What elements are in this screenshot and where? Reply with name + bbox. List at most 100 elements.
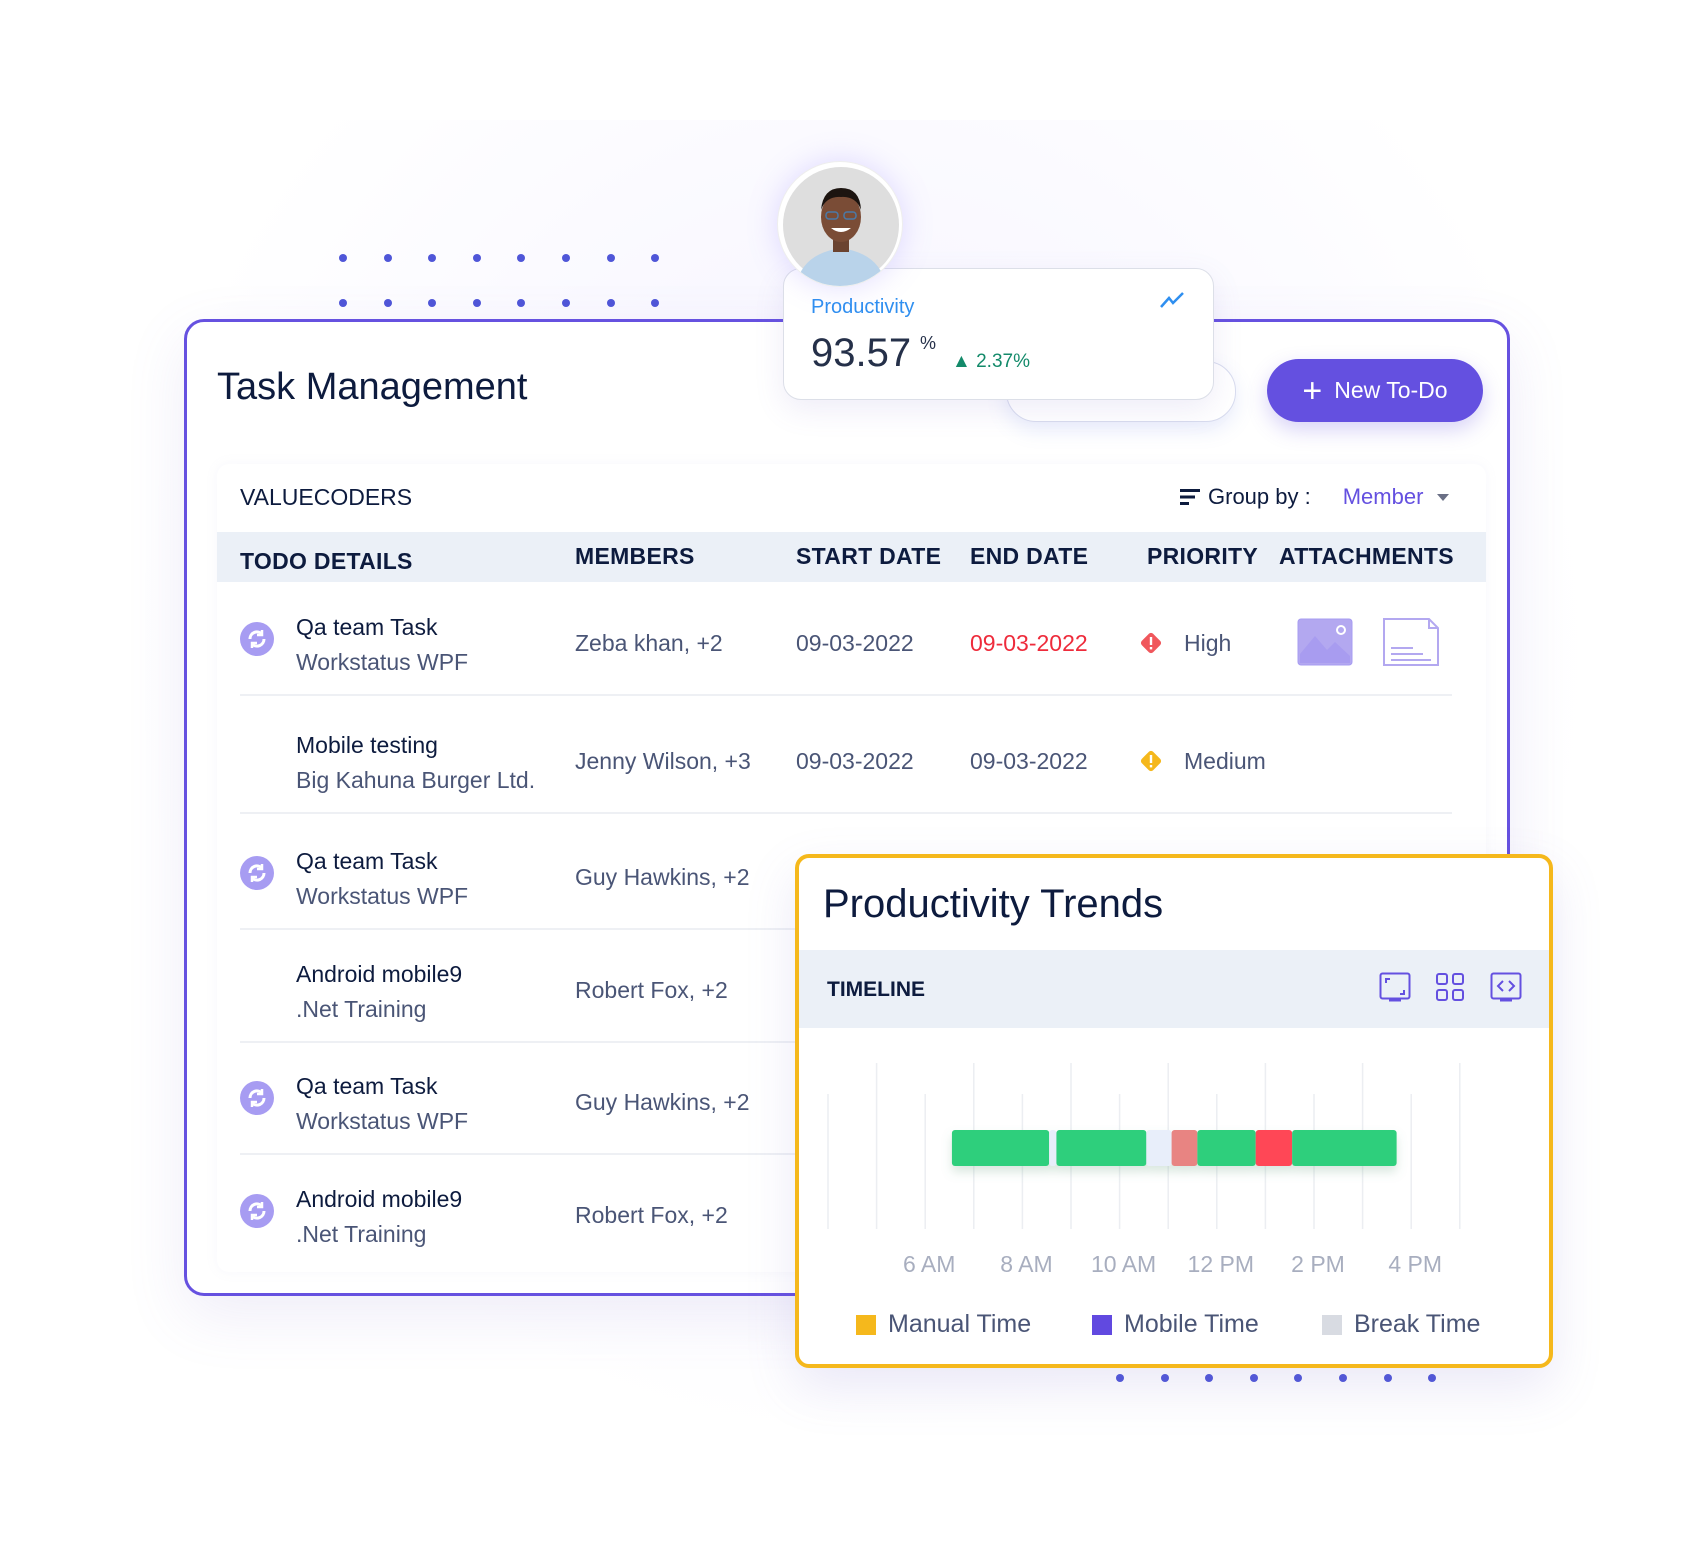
filter-lines-icon bbox=[1180, 489, 1200, 505]
embed-icon[interactable] bbox=[1490, 972, 1522, 1002]
recurring-icon bbox=[240, 622, 274, 656]
group-by-value: Member bbox=[1342, 484, 1424, 509]
decorative-dot bbox=[383, 254, 392, 262]
decorative-dot bbox=[562, 299, 570, 307]
task-members: Robert Fox, +2 bbox=[575, 1202, 728, 1228]
decorative-dot bbox=[1339, 1374, 1347, 1382]
task-project: Big Kahuna Burger Ltd. bbox=[296, 767, 536, 793]
priority-label: Medium bbox=[1184, 748, 1266, 774]
timeline-segment[interactable] bbox=[1146, 1130, 1172, 1166]
productivity-change: ▲ 2.37% bbox=[952, 351, 1030, 373]
recurring-icon bbox=[240, 1194, 274, 1228]
group-by-dropdown[interactable]: Group by : Member bbox=[1180, 484, 1450, 510]
avatar bbox=[777, 161, 903, 287]
productivity-card: Productivity 93.57 % ▲ 2.37% bbox=[783, 268, 1214, 400]
task-members: Robert Fox, +2 bbox=[575, 977, 728, 1003]
x-tick-label: 2 PM bbox=[1291, 1251, 1345, 1277]
x-tick-label: 12 PM bbox=[1188, 1251, 1254, 1277]
legend-swatch bbox=[1322, 1314, 1342, 1335]
end-date: 09-03-2022 bbox=[970, 630, 1088, 656]
decorative-dot bbox=[1160, 1374, 1169, 1382]
trends-title: Productivity Trends bbox=[823, 882, 1164, 926]
legend-label: Manual Time bbox=[888, 1310, 1032, 1338]
organization-name: VALUECODERS bbox=[240, 484, 413, 510]
timeline-segment[interactable] bbox=[1197, 1130, 1256, 1166]
start-date: 09-03-2022 bbox=[796, 630, 914, 656]
legend-label: Mobile Time bbox=[1124, 1310, 1259, 1338]
image-attachment-icon[interactable] bbox=[1297, 618, 1353, 671]
timeline-segment[interactable] bbox=[1049, 1130, 1057, 1166]
decorative-dot bbox=[339, 254, 347, 262]
avatar-photo bbox=[783, 167, 899, 286]
timeline-segment[interactable] bbox=[951, 1130, 1050, 1166]
priority-medium-icon bbox=[1138, 748, 1164, 779]
decorative-dot bbox=[606, 299, 615, 307]
timeline-label: TIMELINE bbox=[827, 978, 925, 1001]
new-todo-button[interactable]: + New To-Do bbox=[1267, 359, 1483, 422]
chevron-down-icon bbox=[1437, 493, 1450, 501]
timeline-segment[interactable] bbox=[1171, 1130, 1198, 1166]
column-attachments[interactable]: ATTACHMENTS bbox=[1279, 543, 1454, 570]
legend-item[interactable]: Mobile Time bbox=[1092, 1310, 1259, 1339]
task-title[interactable]: Qa team Task bbox=[296, 848, 437, 875]
x-tick-label: 4 PM bbox=[1388, 1251, 1442, 1277]
table-row[interactable]: Qa team Task Workstatus WPF Zeba khan, +2 0… bbox=[240, 582, 1452, 696]
x-tick-label: 10 AM bbox=[1091, 1251, 1156, 1277]
legend-swatch bbox=[1092, 1314, 1112, 1335]
decorative-dot bbox=[1249, 1374, 1258, 1382]
task-project: .Net Training bbox=[296, 996, 427, 1022]
productivity-value: 93.57 bbox=[811, 331, 912, 375]
task-members: Zeba khan, +2 bbox=[575, 630, 723, 656]
legend-item[interactable]: Manual Time bbox=[856, 1310, 1031, 1339]
task-title[interactable]: Android mobile9 bbox=[296, 961, 462, 988]
column-todo-details[interactable]: TODO DETAILS bbox=[240, 548, 413, 575]
legend-item[interactable]: Break Time bbox=[1322, 1310, 1480, 1339]
start-date: 09-03-2022 bbox=[796, 748, 914, 774]
fullscreen-icon[interactable] bbox=[1379, 972, 1411, 1002]
x-tick-label: 6 AM bbox=[903, 1251, 955, 1277]
plus-icon: + bbox=[1302, 371, 1323, 410]
productivity-label: Productivity bbox=[811, 296, 915, 318]
grid-icon[interactable] bbox=[1435, 972, 1465, 1002]
priority-label: High bbox=[1184, 630, 1232, 656]
up-arrow-icon: ▲ bbox=[952, 351, 971, 372]
document-attachment-icon[interactable] bbox=[1383, 618, 1439, 671]
new-todo-label: New To-Do bbox=[1334, 377, 1448, 403]
task-project: Workstatus WPF bbox=[296, 1108, 469, 1134]
task-title[interactable]: Android mobile9 bbox=[296, 1186, 462, 1213]
timeline-segment[interactable] bbox=[1292, 1130, 1397, 1166]
decorative-dot bbox=[472, 299, 481, 307]
task-project: .Net Training bbox=[296, 1221, 427, 1247]
task-members: Guy Hawkins, +2 bbox=[575, 1089, 750, 1115]
recurring-icon bbox=[240, 856, 274, 890]
group-by-label: Group by : bbox=[1208, 484, 1311, 509]
productivity-unit: % bbox=[920, 333, 937, 353]
timeline-chart: 6 AM 8 AM 10 AM 12 PM 2 PM 4 PM bbox=[827, 1063, 1461, 1277]
task-title[interactable]: Qa team Task bbox=[296, 1073, 437, 1100]
task-members: Jenny Wilson, +3 bbox=[575, 748, 751, 774]
decorative-dot bbox=[339, 299, 347, 307]
table-row[interactable]: Mobile testing Big Kahuna Burger Ltd. Jenn… bbox=[240, 700, 1452, 814]
recurring-icon bbox=[240, 1081, 274, 1115]
column-start-date[interactable]: START DATE bbox=[796, 543, 941, 570]
decorative-dot bbox=[1383, 1374, 1392, 1382]
timeline-segment[interactable] bbox=[1255, 1130, 1293, 1166]
task-title[interactable]: Mobile testing bbox=[296, 732, 438, 759]
task-project: Workstatus WPF bbox=[296, 649, 469, 675]
decorative-dot bbox=[606, 254, 615, 262]
end-date: 09-03-2022 bbox=[970, 748, 1088, 774]
page-title: Task Management bbox=[217, 366, 528, 408]
timeline-segment[interactable] bbox=[1056, 1130, 1147, 1166]
legend-swatch bbox=[856, 1314, 876, 1335]
column-priority[interactable]: PRIORITY bbox=[1147, 543, 1258, 570]
change-value: 2.37% bbox=[976, 351, 1030, 372]
task-project: Workstatus WPF bbox=[296, 883, 469, 909]
column-members[interactable]: MEMBERS bbox=[575, 543, 695, 570]
x-tick-label: 8 AM bbox=[1000, 1251, 1052, 1277]
decorative-dot bbox=[1116, 1374, 1124, 1382]
task-title[interactable]: Qa team Task bbox=[296, 614, 437, 641]
trend-line-icon bbox=[1160, 292, 1184, 308]
column-end-date[interactable]: END DATE bbox=[970, 543, 1088, 570]
decorative-dot bbox=[562, 254, 570, 262]
decorative-dot bbox=[472, 254, 481, 262]
